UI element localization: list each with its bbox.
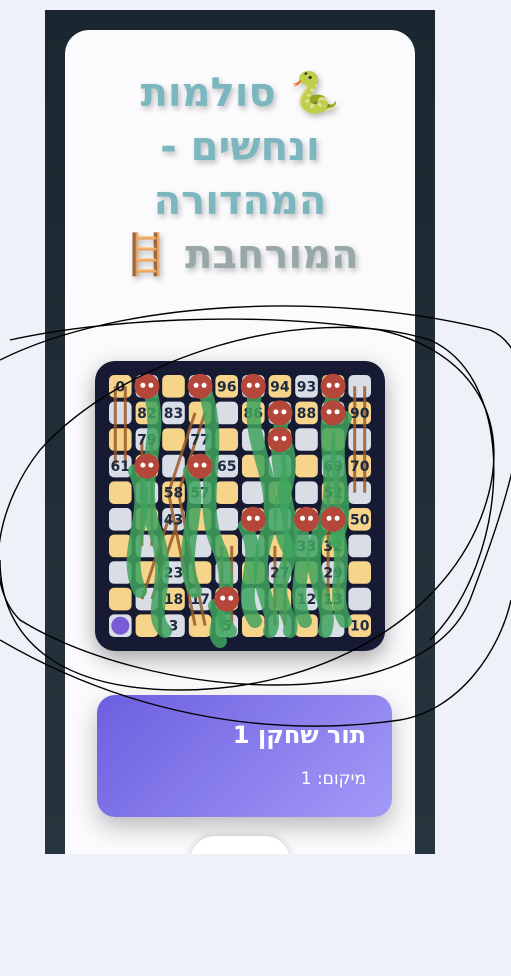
- cell-number: 0: [115, 379, 125, 395]
- cell-number: 61: [111, 459, 130, 475]
- title-line-4: המורחבת 🪜: [65, 228, 415, 282]
- snake-head: [240, 506, 266, 532]
- cell-number: 88: [297, 406, 316, 422]
- cell-number: 96: [217, 379, 236, 395]
- cell-number: 83: [164, 406, 183, 422]
- cell-number: 90: [350, 406, 370, 422]
- board-cell: [215, 481, 238, 504]
- cell-number: 10: [350, 619, 370, 635]
- board-cell: [109, 508, 132, 531]
- cell-number: 58: [164, 486, 183, 502]
- roll-dice-button[interactable]: [190, 836, 290, 854]
- snake-eye: [273, 409, 279, 415]
- title-line-2: ונחשים -: [160, 124, 320, 170]
- page-title: 🐍 סולמות ונחשים - המהדורה המורחבת 🪜: [65, 66, 415, 282]
- snake-head: [187, 453, 213, 479]
- snake-eye: [201, 382, 207, 388]
- ladder-icon: 🪜: [121, 232, 172, 278]
- board-cell: [348, 561, 371, 584]
- title-line-4-text: המורחבת: [185, 232, 359, 278]
- snake-eye: [334, 409, 340, 415]
- cell-number: 43: [164, 512, 183, 528]
- snake-eye: [246, 382, 252, 388]
- snake-body: [126, 464, 149, 598]
- snake-eye: [308, 515, 313, 521]
- snake-eye: [281, 409, 287, 415]
- snake-eye: [148, 462, 154, 468]
- board-cell: [109, 587, 132, 611]
- board-cell: [162, 375, 185, 398]
- snake-eye: [334, 382, 340, 388]
- snake-body: [180, 464, 202, 598]
- snake-eye: [246, 515, 252, 521]
- cell-number: 50: [350, 512, 370, 528]
- title-line-1: 🐍 סולמות: [140, 70, 340, 116]
- snake-head: [294, 506, 319, 532]
- snake-eye: [326, 515, 332, 521]
- snake-eye: [326, 382, 332, 388]
- snake-eye: [201, 462, 207, 468]
- game-card: 🐍 סולמות ונחשים - המהדורה המורחבת 🪜 0 96 9…: [65, 30, 415, 854]
- player-position: מיקום: 1: [300, 769, 366, 789]
- snake-body: [273, 436, 297, 558]
- snake-eye: [334, 515, 340, 521]
- snake-eye: [300, 515, 305, 521]
- snake-eye: [220, 595, 226, 601]
- snake-head: [134, 373, 160, 399]
- snake-body: [238, 519, 262, 628]
- board-cell: [295, 481, 318, 504]
- snake-eye: [273, 436, 279, 441]
- snake-head: [187, 373, 213, 399]
- board-cell: [348, 375, 371, 398]
- snake-head: [320, 400, 346, 426]
- snake-eye: [326, 409, 332, 415]
- app-frame: 🐍 סולמות ונחשים - המהדורה המורחבת 🪜 0 96 9…: [45, 10, 435, 854]
- snake-head: [214, 586, 240, 612]
- snake-eye: [254, 515, 260, 521]
- snake-body: [292, 519, 312, 628]
- board-cell: [109, 401, 132, 425]
- snake-head: [267, 400, 293, 426]
- board-cell: [295, 454, 318, 478]
- board-cell: [295, 428, 318, 451]
- snake-body: [208, 599, 227, 648]
- title-line-3: המהדורה: [153, 178, 327, 224]
- snake-head: [134, 453, 160, 479]
- snake-eye: [193, 382, 199, 388]
- board-cell: [348, 481, 371, 504]
- snake-eye: [140, 382, 146, 388]
- board-cell: [215, 401, 238, 425]
- board-cell: [109, 428, 132, 451]
- board-cell: [348, 587, 371, 611]
- cell-number: 93: [297, 379, 316, 395]
- cell-number: 70: [350, 459, 370, 475]
- snake-eye: [193, 462, 199, 468]
- snake-eye: [228, 595, 234, 601]
- snake-head: [267, 427, 293, 452]
- board-cell: [348, 428, 371, 451]
- turn-title: תור שחקן 1: [232, 721, 366, 749]
- snake-eye: [254, 382, 260, 388]
- board-canvas: 0 96 94 9382 83 86 88 9079 7761 65 69 7058 57 5243 503…: [109, 373, 371, 648]
- board-cell: [348, 534, 371, 558]
- snake-head: [240, 373, 266, 399]
- snake-head: [320, 506, 346, 532]
- game-board[interactable]: 0 96 94 93 82 83 86 88 90 79 77 61 65 69 70 58 57 52 43 50 3…: [95, 361, 385, 651]
- snake-head: [320, 373, 346, 399]
- snake-body: [328, 519, 352, 628]
- board-cell: [109, 481, 132, 504]
- snake-eye: [140, 462, 146, 468]
- cell-number: 94: [270, 379, 290, 395]
- board-cell: [162, 428, 185, 451]
- cell-number: 65: [217, 459, 236, 475]
- snake-eye: [281, 436, 287, 441]
- snake-eye: [148, 382, 154, 388]
- turn-panel: תור שחקן 1 מיקום: 1: [97, 695, 392, 817]
- player-token: [111, 616, 130, 635]
